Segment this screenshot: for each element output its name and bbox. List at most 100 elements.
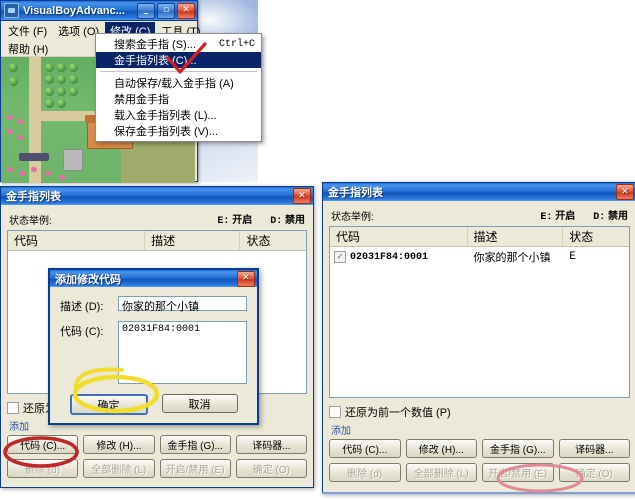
toggle-enable-button[interactable]: 开启/禁用 (E) xyxy=(159,459,231,478)
add-decoder-button[interactable]: 译码器... xyxy=(558,439,630,458)
window-controls: _ ▫ ✕ xyxy=(137,2,197,19)
delete-button[interactable]: 删除 (d) xyxy=(329,463,401,482)
close-icon: ✕ xyxy=(242,273,250,283)
menu-item-load-cheat-list[interactable]: 载入金手指列表 (L)... xyxy=(96,107,261,123)
maximize-button[interactable]: ▫ xyxy=(157,2,175,19)
map-flower xyxy=(45,171,51,176)
maximize-icon: ▫ xyxy=(162,5,170,15)
emulator-title-text: VisualBoyAdvanc... xyxy=(23,4,125,17)
column-header-code[interactable]: 代码 xyxy=(330,227,468,246)
menu-item-label: 保存金手指列表 (V)... xyxy=(114,126,218,138)
add-group: 添加 代码 (C)... 修改 (H)... 金手指 (G)... 译码器...… xyxy=(329,422,630,482)
column-header-status[interactable]: 状态 xyxy=(240,231,306,250)
add-code-button[interactable]: 代码 (C)... xyxy=(329,439,401,458)
column-header-code[interactable]: 代码 xyxy=(8,231,146,250)
legend-disabled-value: 禁用 xyxy=(285,216,305,227)
menu-item-disable-cheats[interactable]: 禁用金手指 xyxy=(96,91,261,107)
delete-button[interactable]: 删除 (d) xyxy=(7,459,79,478)
emulator-title-bar[interactable]: VisualBoyAdvanc... _ ▫ ✕ xyxy=(1,1,197,21)
add-gameshark-button[interactable]: 金手指 (G)... xyxy=(482,439,554,458)
row-code-cell: ✓ 02031F84:0001 xyxy=(330,251,468,263)
minimize-button[interactable]: _ xyxy=(137,2,155,19)
close-icon: ✕ xyxy=(621,186,629,197)
add-modify-button[interactable]: 修改 (H)... xyxy=(405,439,477,458)
table-row[interactable]: ✓ 02031F84:0001 你家的那个小镇 E xyxy=(330,249,629,265)
dialog-title-text: 金手指列表 xyxy=(6,191,61,203)
map-tree xyxy=(45,75,54,84)
description-field-row: 描述 (D): 你家的那个小镇 xyxy=(60,296,247,314)
code-label: 代码 (C): xyxy=(60,326,104,338)
menu-item-cheat-list[interactable]: 金手指列表 (C)... xyxy=(96,52,261,68)
map-tree xyxy=(57,63,66,72)
dialog-body: 描述 (D): 你家的那个小镇 代码 (C): 02031F84:0001 确定… xyxy=(50,287,257,423)
close-button[interactable]: ✕ xyxy=(177,2,195,19)
code-input[interactable]: 02031F84:0001 xyxy=(118,321,247,384)
legend-label: 状态举例: xyxy=(331,211,374,223)
row-description-cell: 你家的那个小镇 xyxy=(473,252,551,264)
add-gameshark-button[interactable]: 金手指 (G)... xyxy=(159,435,231,454)
map-tree xyxy=(57,87,66,96)
menu-item-label: 搜索金手指 (S)... xyxy=(114,39,196,51)
close-button[interactable]: ✕ xyxy=(293,188,311,204)
map-tree xyxy=(69,75,78,84)
cheat-list-header: 代码 描述 状态 xyxy=(330,227,629,247)
menu-help[interactable]: 帮助 (H) xyxy=(3,40,53,58)
menu-item-search-cheats[interactable]: 搜索金手指 (S)... Ctrl+C xyxy=(96,36,261,52)
column-header-status[interactable]: 状态 xyxy=(563,227,629,246)
dialog-title-text: 添加修改代码 xyxy=(55,273,121,286)
delete-all-button[interactable]: 全部删除 (L) xyxy=(83,459,155,478)
legend-enabled-key: E: xyxy=(217,216,230,227)
status-legend: 状态举例: E: 开启 D: 禁用 xyxy=(329,205,630,226)
column-header-description[interactable]: 描述 xyxy=(468,227,564,246)
cheats-dropdown-menu: 搜索金手指 (S)... Ctrl+C 金手指列表 (C)... 自动保存/载入… xyxy=(95,33,262,142)
map-path-vertical xyxy=(29,57,41,183)
menu-file[interactable]: 文件 (F) xyxy=(3,22,52,40)
add-decoder-button[interactable]: 译码器... xyxy=(235,435,307,454)
dialog-title-bar[interactable]: 添加修改代码 ✕ xyxy=(50,270,257,287)
legend-disabled-key: D: xyxy=(593,212,606,223)
close-icon: ✕ xyxy=(298,190,306,201)
close-button[interactable]: ✕ xyxy=(616,184,634,200)
app-icon[interactable] xyxy=(4,3,19,18)
dialog-title-bar[interactable]: 金手指列表 ✕ xyxy=(1,187,313,205)
cancel-button[interactable]: 取消 xyxy=(161,394,238,413)
map-flower xyxy=(31,167,37,172)
map-tree xyxy=(45,63,54,72)
cheat-list-dialog-right: 金手指列表 ✕ 状态举例: E: 开启 D: 禁用 代码 描述 状态 ✓ 020… xyxy=(322,182,635,494)
map-tree xyxy=(9,77,18,86)
map-flower xyxy=(7,115,13,120)
add-group: 添加 代码 (C)... 修改 (H)... 金手指 (G)... 译码器...… xyxy=(7,418,307,478)
close-button[interactable]: ✕ xyxy=(237,270,255,287)
delete-all-button[interactable]: 全部删除 (L) xyxy=(405,463,477,482)
add-code-button[interactable]: 代码 (C)... xyxy=(7,435,79,454)
add-modify-button[interactable]: 修改 (H)... xyxy=(83,435,155,454)
ok-button[interactable]: 确定 (O) xyxy=(235,459,307,478)
add-button-row: 代码 (C)... 修改 (H)... 金手指 (G)... 译码器... xyxy=(7,435,307,454)
menu-separator xyxy=(100,71,257,72)
legend-disabled-value: 禁用 xyxy=(608,212,628,223)
cheat-list-box[interactable]: 代码 描述 状态 ✓ 02031F84:0001 你家的那个小镇 E xyxy=(329,226,630,398)
dialog-body: 状态举例: E: 开启 D: 禁用 代码 描述 状态 ✓ 02031F84:00… xyxy=(323,201,635,487)
window-bottom-edge xyxy=(322,492,635,494)
description-input[interactable]: 你家的那个小镇 xyxy=(118,296,247,313)
map-flower xyxy=(17,119,23,124)
toggle-enable-button[interactable]: 开启/禁用 (E) xyxy=(482,463,554,482)
row-checkbox-icon[interactable]: ✓ xyxy=(334,251,346,263)
map-flower xyxy=(59,175,65,180)
dialog-title-bar[interactable]: 金手指列表 ✕ xyxy=(323,183,635,201)
column-header-description[interactable]: 描述 xyxy=(145,231,241,250)
restore-previous-value-checkbox[interactable]: 还原为前一个数值 (P) xyxy=(329,404,630,420)
menu-item-save-cheat-list[interactable]: 保存金手指列表 (V)... xyxy=(96,123,261,139)
checkbox-icon xyxy=(329,406,341,418)
row-code-text: 02031F84:0001 xyxy=(350,251,429,263)
row-status-cell: E xyxy=(569,251,576,263)
legend-enabled-key: E: xyxy=(540,212,553,223)
dialog-button-row: 确定 取消 xyxy=(60,394,247,417)
map-tree xyxy=(69,63,78,72)
action-button-row: 删除 (d) 全部删除 (L) 开启/禁用 (E) 确定 (O) xyxy=(7,459,307,478)
menu-item-autosave-cheats[interactable]: 自动保存/载入金手指 (A) xyxy=(96,75,261,91)
menu-item-label: 载入金手指列表 (L)... xyxy=(114,110,217,122)
map-rock xyxy=(19,153,49,161)
ok-button[interactable]: 确定 (O) xyxy=(558,463,630,482)
confirm-button[interactable]: 确定 xyxy=(69,394,148,415)
